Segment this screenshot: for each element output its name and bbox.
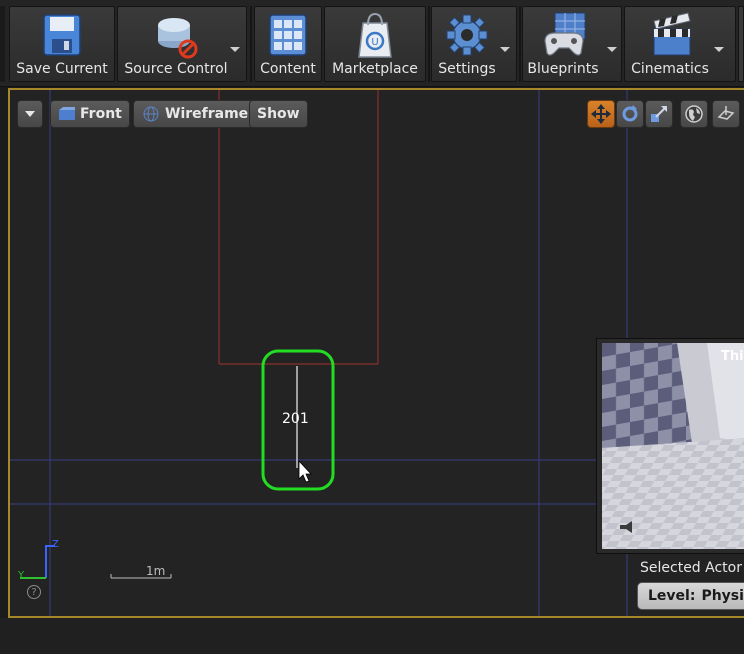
mouse-cursor: [298, 459, 312, 483]
selected-actor-label: Selected Actor: [640, 560, 742, 576]
scale-icon: [651, 106, 667, 122]
toolbar-separator: [519, 6, 521, 82]
gamepad-icon: [544, 12, 586, 56]
toolbar-grip: [0, 6, 5, 82]
content-browser-icon: [269, 14, 307, 56]
toolbar-separator: [428, 6, 430, 82]
marketplace-label: Marketplace: [332, 61, 418, 77]
translate-arrows-icon: [591, 104, 611, 124]
translate-tool-button[interactable]: [587, 100, 615, 128]
wireframe-mode-icon: [143, 106, 159, 122]
surface-snapping-button[interactable]: [712, 100, 740, 128]
render-mode-button[interactable]: Wireframe: [133, 100, 257, 128]
source-control-dropdown-arrow[interactable]: [230, 47, 240, 52]
chevron-down-icon: [25, 111, 35, 117]
source-control-button[interactable]: Source Control: [117, 6, 247, 82]
source-control-icon: [157, 18, 198, 59]
actor-preview-panel: Thir: [596, 338, 744, 554]
level-viewport[interactable]: 201 Y Z ? 1m Front Wireframe Show Thi Se…: [8, 88, 744, 618]
bottom-panel-strip: [0, 618, 744, 654]
clapperboard-icon: [653, 12, 691, 56]
marketplace-bag-icon: U: [358, 12, 392, 58]
view-mode-button[interactable]: Front: [50, 100, 130, 128]
axis-z-label: Z: [52, 539, 59, 550]
help-icon[interactable]: ?: [27, 585, 41, 599]
main-toolbar: Save Current Source Control Content U Ma…: [0, 0, 744, 87]
scale-tool-button[interactable]: [645, 100, 673, 128]
blueprints-dropdown-arrow[interactable]: [607, 47, 617, 52]
actor-wireframe-outline: [218, 90, 379, 365]
content-label: Content: [260, 61, 316, 77]
gear-icon: [446, 14, 488, 56]
view-mode-label: Front: [80, 106, 122, 122]
svg-text:U: U: [371, 37, 378, 48]
marketplace-button[interactable]: U Marketplace: [324, 6, 426, 82]
cinematics-button[interactable]: Cinematics: [624, 6, 736, 82]
level-value: Physic: [701, 588, 744, 604]
level-button[interactable]: Level: Physic: [637, 582, 744, 610]
viewport-options-button[interactable]: [17, 100, 43, 128]
globe-icon: [685, 105, 703, 123]
axis-y-label: Y: [18, 570, 25, 581]
settings-button[interactable]: Settings: [431, 6, 517, 82]
source-control-label: Source Control: [124, 61, 228, 77]
save-current-label: Save Current: [16, 61, 108, 77]
toolbar-separator: [250, 6, 252, 82]
render-mode-label: Wireframe: [165, 106, 249, 122]
show-flags-button[interactable]: Show: [249, 100, 308, 128]
content-button[interactable]: Content: [254, 6, 322, 82]
preview-title: Thir: [721, 349, 744, 364]
rotate-tool-button[interactable]: [616, 100, 644, 128]
toolbar-overflow-edge: [738, 6, 744, 82]
front-view-icon: [59, 107, 75, 120]
floppy-disk-icon: [43, 14, 81, 56]
rotate-icon: [622, 105, 638, 122]
show-flags-label: Show: [257, 106, 300, 122]
cinematics-dropdown-arrow[interactable]: [714, 47, 724, 52]
actor-preview-image: Thir: [602, 343, 744, 549]
world-local-toggle-button[interactable]: [680, 100, 708, 128]
surface-snap-icon: [717, 106, 735, 120]
settings-dropdown-arrow[interactable]: [500, 47, 510, 52]
cinematics-label: Cinematics: [631, 61, 709, 77]
measure-readout: 201: [282, 411, 309, 427]
level-label: Level:: [648, 588, 696, 604]
blueprints-button[interactable]: Blueprints: [522, 6, 622, 82]
save-current-button[interactable]: Save Current: [9, 6, 115, 82]
scale-label: 1m: [146, 564, 166, 578]
settings-label: Settings: [438, 61, 496, 77]
blueprints-label: Blueprints: [527, 61, 599, 77]
